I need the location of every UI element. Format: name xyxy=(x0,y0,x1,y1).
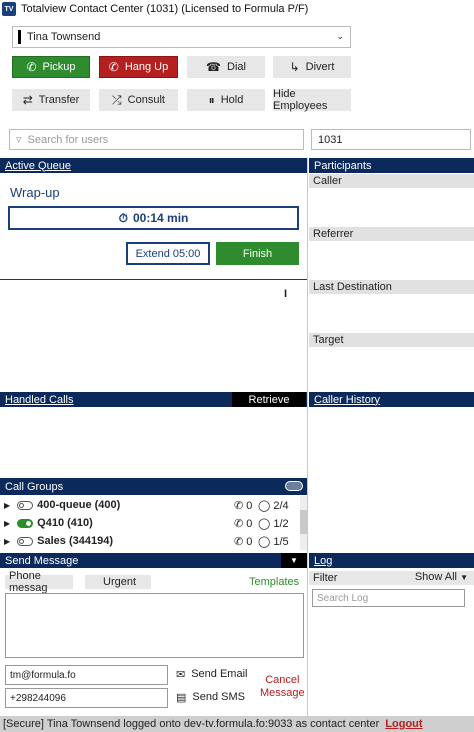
phone-icon: ✆ xyxy=(234,517,244,530)
status-text: [Secure] Tina Townsend logged onto dev-t… xyxy=(3,718,380,730)
queue-divider xyxy=(0,279,307,280)
caret-down-icon: ▼ xyxy=(460,573,468,582)
expand-triangle-icon[interactable]: ▶ xyxy=(4,537,10,546)
phone-icon: ✆ xyxy=(234,535,244,548)
log-filter-bar: Filter Show All ▼ xyxy=(309,571,474,585)
email-field[interactable]: tm@formula.fo xyxy=(5,665,168,685)
queue-toggle[interactable] xyxy=(17,518,34,528)
retrieve-button[interactable]: Retrieve xyxy=(232,392,306,407)
toggle-all-icon[interactable] xyxy=(285,481,303,491)
call-groups-header: Call Groups xyxy=(0,478,307,495)
participant-caller: Caller xyxy=(309,174,474,188)
phone-field[interactable]: +298244096 xyxy=(5,688,168,708)
extension-field[interactable]: 1031 xyxy=(311,129,471,150)
hold-button[interactable]: ⏸ Hold xyxy=(187,89,265,111)
finish-button[interactable]: Finish xyxy=(216,242,299,265)
hangup-icon: ✆ xyxy=(108,60,119,74)
show-all-dropdown[interactable]: Show All ▼ xyxy=(415,571,468,583)
sms-icon: ▤ xyxy=(176,692,187,704)
search-input[interactable] xyxy=(27,133,278,146)
extend-button[interactable]: Extend 05:00 xyxy=(126,242,210,265)
divert-icon: ↳ xyxy=(289,60,300,74)
send-email-button[interactable]: ✉ Send Email xyxy=(176,668,247,681)
text-cursor-icon: I xyxy=(284,288,288,300)
wrapup-timer: ⏱ 00:14 min xyxy=(8,206,299,230)
templates-link[interactable]: Templates xyxy=(249,576,299,588)
window-title: Totalview Contact Center (1031) (License… xyxy=(21,3,309,15)
call-group-row[interactable]: ▶ 400-queue (400) ✆ 0 ◯ 2/4 xyxy=(0,496,300,514)
transfer-icon: ⇄ xyxy=(22,93,33,107)
participant-last-destination: Last Destination xyxy=(309,280,474,294)
dial-button[interactable]: ☎ Dial xyxy=(187,56,265,78)
hangup-button[interactable]: ✆ Hang Up xyxy=(99,56,178,78)
filter-icon: ▿ xyxy=(16,134,22,146)
pause-icon: ⏸ xyxy=(208,92,215,107)
envelope-icon: ✉ xyxy=(176,669,186,681)
phone-icon: ✆ xyxy=(26,60,37,74)
user-select[interactable]: Tina Townsend ⌄ xyxy=(12,26,351,48)
log-header: Log xyxy=(309,553,474,568)
log-search-input[interactable]: Search Log xyxy=(312,589,465,607)
divert-button[interactable]: ↳ Divert xyxy=(273,56,351,78)
chevron-down-icon: ⌄ xyxy=(336,31,344,41)
participant-target: Target xyxy=(309,333,474,347)
tab-phone-message[interactable]: Phone messag xyxy=(5,570,73,594)
active-queue-header: Active Queue xyxy=(0,158,307,173)
status-bar: [Secure] Tina Townsend logged onto dev-t… xyxy=(0,716,474,732)
wrapup-status: Wrap-up xyxy=(10,185,60,200)
queue-toggle[interactable] xyxy=(17,500,34,510)
call-groups-scrollbar[interactable] xyxy=(300,496,307,550)
user-status-bar xyxy=(18,30,21,44)
expand-triangle-icon[interactable]: ▶ xyxy=(4,501,10,510)
tab-urgent[interactable]: Urgent xyxy=(85,575,151,589)
hide-employees-button[interactable]: Hide Employees xyxy=(273,88,351,112)
send-sms-button[interactable]: ▤ Send SMS xyxy=(176,691,245,704)
message-textarea[interactable] xyxy=(5,593,304,658)
logout-link[interactable]: Logout xyxy=(385,718,422,730)
participant-referrer: Referrer xyxy=(309,227,474,241)
person-icon: ◯ xyxy=(258,499,271,512)
queue-toggle[interactable] xyxy=(17,536,34,546)
transfer-button[interactable]: ⇄ Transfer xyxy=(12,89,90,111)
user-select-value: Tina Townsend xyxy=(27,31,101,43)
dialpad-icon: ☎ xyxy=(206,60,221,74)
call-group-row[interactable]: ▶ Q410 (410) ✆ 0 ◯ 1/2 xyxy=(0,514,300,532)
expand-triangle-icon[interactable]: ▶ xyxy=(4,519,10,528)
send-message-header: Send Message ▼ xyxy=(0,553,307,568)
search-box[interactable]: ▿ xyxy=(9,129,304,150)
vertical-divider xyxy=(307,158,308,716)
stopwatch-icon: ⏱ xyxy=(118,210,128,225)
collapse-arrow-icon[interactable]: ▼ xyxy=(281,553,307,568)
phone-icon: ✆ xyxy=(234,499,244,512)
person-icon: ◯ xyxy=(258,535,271,548)
caller-history-header: Caller History xyxy=(309,392,474,407)
participants-header: Participants xyxy=(309,158,474,173)
pickup-button[interactable]: ✆ Pickup xyxy=(12,56,90,78)
call-group-row[interactable]: ▶ Sales (344194) ✆ 0 ◯ 1/5 xyxy=(0,532,300,550)
cancel-message-button[interactable]: Cancel Message xyxy=(260,674,305,700)
consult-icon: ⤮ xyxy=(112,92,122,107)
consult-button[interactable]: ⤮ Consult xyxy=(99,89,178,111)
person-icon: ◯ xyxy=(258,517,271,530)
title-bar: TV Totalview Contact Center (1031) (Lice… xyxy=(0,0,474,18)
app-logo-icon: TV xyxy=(2,2,16,16)
